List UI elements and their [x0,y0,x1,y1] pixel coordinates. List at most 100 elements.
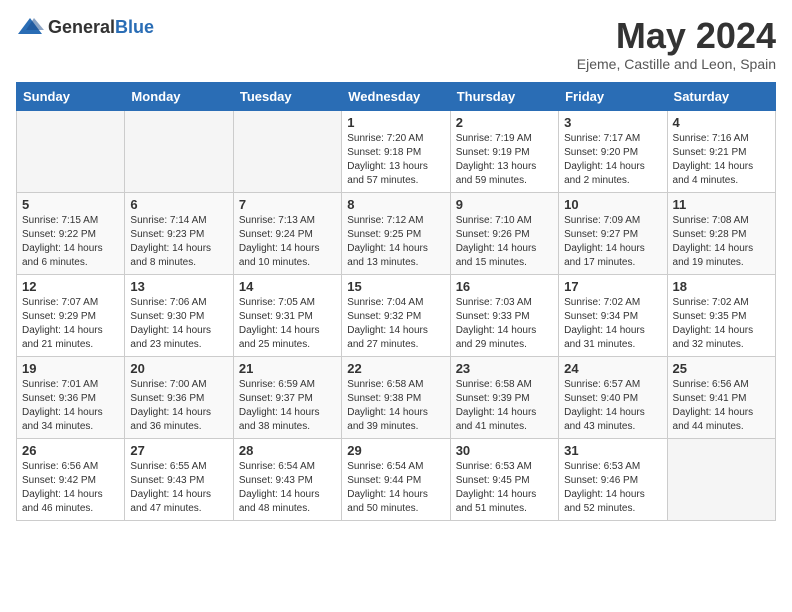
calendar-cell: 22 Sunrise: 6:58 AM Sunset: 9:38 PM Dayli… [342,356,450,438]
day-number: 21 [239,361,336,376]
calendar-cell: 11Sunrise: 7:08 AM Sunset: 9:28 PM Dayli… [667,192,775,274]
day-detail: Sunrise: 6:54 AM Sunset: 9:43 PM Dayligh… [239,460,336,516]
day-number: 11 [673,197,770,212]
calendar-cell: 2Sunrise: 7:19 AM Sunset: 9:19 PM Daylig… [450,110,558,192]
day-number: 16 [456,279,553,294]
day-detail: Sunrise: 6:55 AM Sunset: 9:43 PM Dayligh… [130,460,227,516]
day-number: 6 [130,197,227,212]
weekday-header-tuesday: Tuesday [233,82,341,110]
calendar-cell: 29 Sunrise: 6:54 AM Sunset: 9:44 PM Dayli… [342,438,450,520]
day-number: 29 [347,443,444,458]
calendar-cell: 31 Sunrise: 6:53 AM Sunset: 9:46 PM Dayli… [559,438,667,520]
calendar-cell: 30 Sunrise: 6:53 AM Sunset: 9:45 PM Dayli… [450,438,558,520]
day-number: 15 [347,279,444,294]
weekday-header-sunday: Sunday [17,82,125,110]
calendar-cell: 23 Sunrise: 6:58 AM Sunset: 9:39 PM Dayli… [450,356,558,438]
day-number: 22 [347,361,444,376]
calendar-cell: 16 Sunrise: 7:03 AM Sunset: 9:33 PM Dayli… [450,274,558,356]
calendar-cell: 27 Sunrise: 6:55 AM Sunset: 9:43 PM Dayli… [125,438,233,520]
page-header: General Blue May 2024 Ejeme, Castille an… [16,16,776,72]
calendar-week-row: 12 Sunrise: 7:07 AM Sunset: 9:29 PM Dayli… [17,274,776,356]
day-number: 19 [22,361,119,376]
calendar-cell: 7 Sunrise: 7:13 AM Sunset: 9:24 PM Daylig… [233,192,341,274]
day-detail: Sunrise: 6:53 AM Sunset: 9:46 PM Dayligh… [564,460,661,516]
day-number: 3 [564,115,661,130]
day-number: 9 [456,197,553,212]
day-detail: Sunrise: 6:56 AM Sunset: 9:42 PM Dayligh… [22,460,119,516]
calendar-cell: 5 Sunrise: 7:15 AM Sunset: 9:22 PM Daylig… [17,192,125,274]
calendar-cell: 15 Sunrise: 7:04 AM Sunset: 9:32 PM Dayli… [342,274,450,356]
day-detail: Sunrise: 7:07 AM Sunset: 9:29 PM Dayligh… [22,296,119,352]
day-detail: Sunrise: 6:54 AM Sunset: 9:44 PM Dayligh… [347,460,444,516]
calendar-cell: 17Sunrise: 7:02 AM Sunset: 9:34 PM Dayli… [559,274,667,356]
calendar-cell: 26Sunrise: 6:56 AM Sunset: 9:42 PM Dayli… [17,438,125,520]
calendar-table: SundayMondayTuesdayWednesdayThursdayFrid… [16,82,776,521]
day-number: 5 [22,197,119,212]
calendar-week-row: 5 Sunrise: 7:15 AM Sunset: 9:22 PM Daylig… [17,192,776,274]
day-detail: Sunrise: 6:59 AM Sunset: 9:37 PM Dayligh… [239,378,336,434]
day-detail: Sunrise: 7:17 AM Sunset: 9:20 PM Dayligh… [564,132,661,188]
day-detail: Sunrise: 7:06 AM Sunset: 9:30 PM Dayligh… [130,296,227,352]
day-number: 1 [347,115,444,130]
day-detail: Sunrise: 7:05 AM Sunset: 9:31 PM Dayligh… [239,296,336,352]
day-detail: Sunrise: 6:53 AM Sunset: 9:45 PM Dayligh… [456,460,553,516]
day-number: 20 [130,361,227,376]
day-number: 8 [347,197,444,212]
logo-icon [16,16,44,38]
day-number: 12 [22,279,119,294]
day-detail: Sunrise: 7:10 AM Sunset: 9:26 PM Dayligh… [456,214,553,270]
calendar-cell: 9 Sunrise: 7:10 AM Sunset: 9:26 PM Daylig… [450,192,558,274]
logo-general-text: General [48,17,115,38]
day-detail: Sunrise: 6:58 AM Sunset: 9:39 PM Dayligh… [456,378,553,434]
logo: General Blue [16,16,154,38]
logo-blue-text: Blue [115,17,154,38]
calendar-week-row: 26Sunrise: 6:56 AM Sunset: 9:42 PM Dayli… [17,438,776,520]
day-detail: Sunrise: 7:19 AM Sunset: 9:19 PM Dayligh… [456,132,553,188]
day-number: 4 [673,115,770,130]
day-number: 17 [564,279,661,294]
calendar-cell: 21 Sunrise: 6:59 AM Sunset: 9:37 PM Dayli… [233,356,341,438]
weekday-header-monday: Monday [125,82,233,110]
weekday-header-row: SundayMondayTuesdayWednesdayThursdayFrid… [17,82,776,110]
day-number: 27 [130,443,227,458]
day-detail: Sunrise: 7:01 AM Sunset: 9:36 PM Dayligh… [22,378,119,434]
calendar-cell: 25 Sunrise: 6:56 AM Sunset: 9:41 PM Dayli… [667,356,775,438]
day-detail: Sunrise: 6:56 AM Sunset: 9:41 PM Dayligh… [673,378,770,434]
weekday-header-wednesday: Wednesday [342,82,450,110]
calendar-cell [233,110,341,192]
weekday-header-friday: Friday [559,82,667,110]
weekday-header-saturday: Saturday [667,82,775,110]
calendar-cell: 4Sunrise: 7:16 AM Sunset: 9:21 PM Daylig… [667,110,775,192]
calendar-cell: 10Sunrise: 7:09 AM Sunset: 9:27 PM Dayli… [559,192,667,274]
day-detail: Sunrise: 6:58 AM Sunset: 9:38 PM Dayligh… [347,378,444,434]
day-number: 18 [673,279,770,294]
calendar-cell [125,110,233,192]
calendar-cell: 19 Sunrise: 7:01 AM Sunset: 9:36 PM Dayli… [17,356,125,438]
day-detail: Sunrise: 7:03 AM Sunset: 9:33 PM Dayligh… [456,296,553,352]
calendar-cell: 13Sunrise: 7:06 AM Sunset: 9:30 PM Dayli… [125,274,233,356]
day-number: 25 [673,361,770,376]
calendar-cell: 20 Sunrise: 7:00 AM Sunset: 9:36 PM Dayli… [125,356,233,438]
day-detail: Sunrise: 7:13 AM Sunset: 9:24 PM Dayligh… [239,214,336,270]
calendar-cell: 3 Sunrise: 7:17 AM Sunset: 9:20 PM Daylig… [559,110,667,192]
calendar-cell [667,438,775,520]
calendar-cell: 24Sunrise: 6:57 AM Sunset: 9:40 PM Dayli… [559,356,667,438]
calendar-week-row: 19 Sunrise: 7:01 AM Sunset: 9:36 PM Dayli… [17,356,776,438]
day-detail: Sunrise: 7:15 AM Sunset: 9:22 PM Dayligh… [22,214,119,270]
day-detail: Sunrise: 7:04 AM Sunset: 9:32 PM Dayligh… [347,296,444,352]
day-detail: Sunrise: 7:00 AM Sunset: 9:36 PM Dayligh… [130,378,227,434]
day-number: 31 [564,443,661,458]
calendar-cell: 6 Sunrise: 7:14 AM Sunset: 9:23 PM Daylig… [125,192,233,274]
calendar-cell: 12 Sunrise: 7:07 AM Sunset: 9:29 PM Dayli… [17,274,125,356]
calendar-cell: 8Sunrise: 7:12 AM Sunset: 9:25 PM Daylig… [342,192,450,274]
day-number: 28 [239,443,336,458]
day-number: 23 [456,361,553,376]
day-number: 24 [564,361,661,376]
day-number: 14 [239,279,336,294]
day-number: 30 [456,443,553,458]
calendar-cell: 18Sunrise: 7:02 AM Sunset: 9:35 PM Dayli… [667,274,775,356]
day-detail: Sunrise: 7:14 AM Sunset: 9:23 PM Dayligh… [130,214,227,270]
calendar-cell: 28 Sunrise: 6:54 AM Sunset: 9:43 PM Dayli… [233,438,341,520]
calendar-subtitle: Ejeme, Castille and Leon, Spain [577,56,776,72]
day-number: 7 [239,197,336,212]
